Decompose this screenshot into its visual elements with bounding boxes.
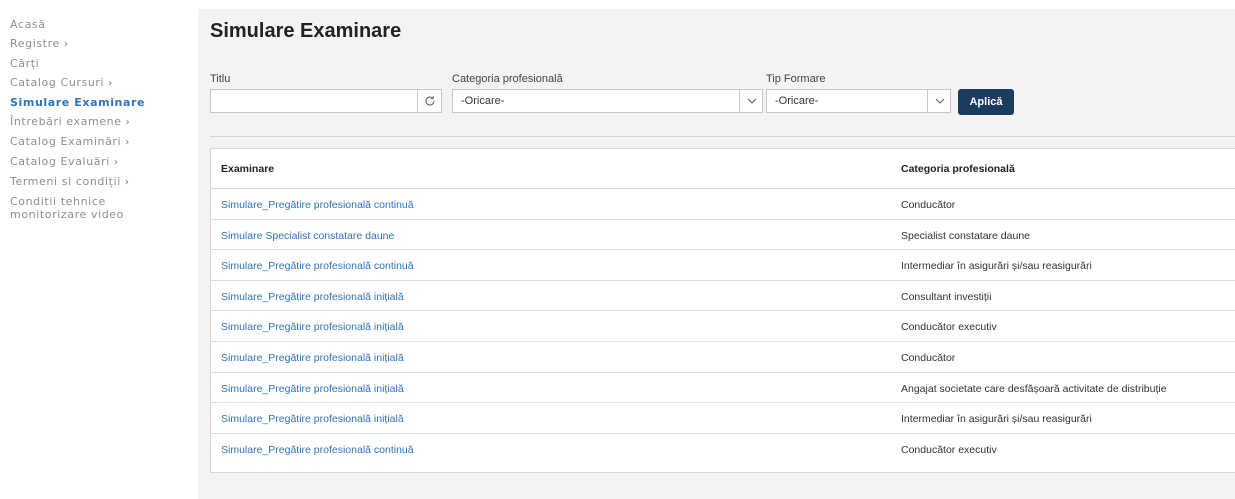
sidebar-item-intrebari-examene[interactable]: Întrebări examene › bbox=[0, 115, 190, 130]
titlu-input[interactable] bbox=[211, 90, 416, 112]
table-row: Simulare_Pregătire profesională inițială… bbox=[211, 373, 1235, 404]
sidebar-item-label: Catalog Evaluări bbox=[10, 155, 110, 168]
categorie-cell: Specialist constatare daune bbox=[901, 229, 1030, 242]
titlu-label: Titlu bbox=[210, 73, 231, 85]
examinare-link[interactable]: Simulare_Pregătire profesională continuă bbox=[221, 444, 414, 456]
categorie-select[interactable]: -Oricare- bbox=[452, 89, 763, 113]
categorie-cell: Conducător bbox=[901, 351, 956, 364]
sidebar-item-acasa[interactable]: Acasă bbox=[0, 18, 190, 32]
apply-button[interactable]: Aplică bbox=[958, 89, 1014, 115]
main-content: Simulare Examinare Titlu Categoria profe… bbox=[198, 9, 1235, 499]
sidebar-item-label: Conditii tehnice monitorizare video bbox=[10, 195, 125, 221]
column-header-categorie: Categoria profesională bbox=[901, 163, 1015, 175]
sidebar-item-label: Termeni si condiții bbox=[10, 175, 121, 188]
chevron-down-icon bbox=[928, 90, 951, 112]
sidebar-item-label: Simulare Examinare bbox=[10, 96, 146, 109]
table-row: Simulare_Pregătire profesională continuă… bbox=[211, 250, 1235, 281]
column-header-examinare: Examinare bbox=[221, 163, 275, 175]
categorie-cell: Consultant investiții bbox=[901, 290, 992, 303]
table-row: Simulare_Pregătire profesională continuă… bbox=[211, 434, 1235, 465]
categorie-cell: Conducător executiv bbox=[901, 321, 997, 334]
sidebar-item-registre[interactable]: Registre › bbox=[0, 37, 190, 52]
categorie-cell: Angajat societate care desfășoară activi… bbox=[901, 382, 1167, 395]
sidebar-item-label: Acasă bbox=[10, 18, 46, 31]
sidebar-item-label: Întrebări examene bbox=[10, 115, 122, 128]
sidebar-item-catalog-evaluari[interactable]: Catalog Evaluări › bbox=[0, 155, 190, 170]
sidebar-item-simulare-examinare[interactable]: Simulare Examinare bbox=[0, 96, 190, 110]
examinare-link[interactable]: Simulare Specialist constatare daune bbox=[221, 230, 394, 242]
sidebar-item-label: Registre bbox=[10, 37, 60, 50]
sidebar-item-termeni-si-conditii[interactable]: Termeni si condiții › bbox=[0, 175, 190, 190]
examinare-link[interactable]: Simulare_Pregătire profesională continuă bbox=[221, 199, 414, 211]
examinare-link[interactable]: Simulare_Pregătire profesională inițială bbox=[221, 321, 404, 333]
chevron-right-icon: › bbox=[63, 39, 69, 50]
categorie-cell: Conducător executiv bbox=[901, 443, 997, 456]
chevron-right-icon: › bbox=[108, 78, 113, 89]
table-row: Simulare_Pregătire profesională inițială… bbox=[211, 311, 1235, 342]
sidebar-item-label: Cărți bbox=[10, 57, 40, 70]
categorie-label: Categoria profesională bbox=[452, 73, 563, 85]
examinare-link[interactable]: Simulare_Pregătire profesională continuă bbox=[221, 260, 414, 272]
examinare-link[interactable]: Simulare_Pregătire profesională inițială bbox=[221, 352, 404, 364]
titlu-field bbox=[210, 89, 442, 113]
categorie-cell: Intermediar în asigurări și/sau reasigur… bbox=[901, 260, 1092, 273]
tip-formare-select[interactable]: -Oricare- bbox=[766, 89, 951, 113]
table-row: Simulare_Pregătire profesională continuă… bbox=[211, 189, 1235, 220]
sidebar-item-conditii-tehnice[interactable]: Conditii tehnice monitorizare video bbox=[0, 195, 175, 221]
table-row: Simulare Specialist constatare daune Spe… bbox=[211, 220, 1235, 251]
sidebar-item-label: Catalog Cursuri bbox=[10, 76, 105, 89]
sidebar-item-catalog-cursuri[interactable]: Catalog Cursuri › bbox=[0, 76, 190, 91]
examinare-link[interactable]: Simulare_Pregătire profesională inițială bbox=[221, 291, 404, 303]
categorie-selected-value: -Oricare- bbox=[461, 95, 505, 107]
chevron-right-icon: › bbox=[124, 177, 130, 188]
table-row: Simulare_Pregătire profesională inițială… bbox=[211, 342, 1235, 373]
table-header: Examinare Categoria profesională bbox=[211, 149, 1235, 189]
categorie-cell: Conducător bbox=[901, 199, 956, 211]
chevron-right-icon: › bbox=[113, 157, 119, 168]
chevron-right-icon: › bbox=[125, 137, 130, 148]
chevron-right-icon: › bbox=[125, 117, 131, 128]
table-row: Simulare_Pregătire profesională inițială… bbox=[211, 403, 1235, 434]
sidebar: Acasă Registre › Cărți Catalog Cursuri › S… bbox=[0, 0, 190, 499]
examinare-link[interactable]: Simulare_Pregătire profesională inițială bbox=[221, 413, 404, 425]
sidebar-item-label: Catalog Examinări bbox=[10, 135, 122, 148]
tip-formare-selected-value: -Oricare- bbox=[775, 95, 819, 107]
page-title: Simulare Examinare bbox=[210, 20, 402, 42]
table-row: Simulare_Pregătire profesională inițială… bbox=[211, 281, 1235, 312]
examinare-link[interactable]: Simulare_Pregătire profesională inițială bbox=[221, 383, 404, 395]
sidebar-item-catalog-examinari[interactable]: Catalog Examinări › bbox=[0, 135, 190, 150]
tip-formare-label: Tip Formare bbox=[766, 73, 826, 85]
results-table: Examinare Categoria profesională Simular… bbox=[210, 148, 1235, 473]
chevron-down-icon bbox=[740, 90, 763, 112]
refresh-icon[interactable] bbox=[418, 90, 442, 112]
divider bbox=[210, 136, 1235, 137]
sidebar-item-carti[interactable]: Cărți bbox=[0, 57, 190, 71]
categorie-cell: Intermediar în asigurări și/sau reasigur… bbox=[901, 413, 1092, 426]
